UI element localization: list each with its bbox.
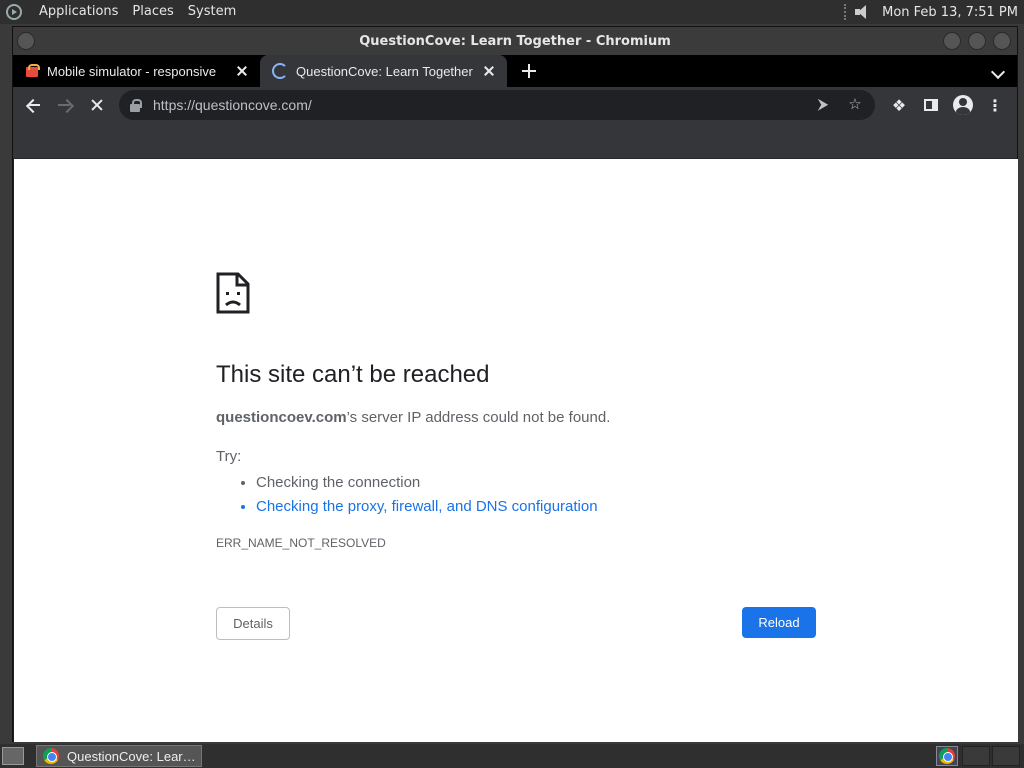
side-panel-icon[interactable] bbox=[915, 91, 947, 119]
chromium-icon bbox=[43, 748, 59, 764]
window-controls bbox=[943, 32, 1011, 50]
window-titlebar[interactable]: QuestionCove: Learn Together - Chromium bbox=[13, 27, 1017, 55]
lock-icon[interactable] bbox=[129, 98, 142, 112]
tab-mobile-simulator[interactable]: Mobile simulator - responsive bbox=[13, 55, 260, 87]
suggestion-list: Checking the connection Checking the pro… bbox=[256, 471, 598, 519]
browser-window: QuestionCove: Learn Together - Chromium … bbox=[12, 26, 1018, 742]
system-menu[interactable]: System bbox=[181, 0, 243, 24]
tab-title: QuestionCove: Learn Together bbox=[296, 63, 473, 79]
panel-tray: Mon Feb 13, 7:51 PM bbox=[844, 0, 1024, 24]
workspace-1[interactable] bbox=[962, 746, 990, 766]
address-bar[interactable]: https://questioncove.com/ ⮞ ☆ bbox=[119, 90, 875, 120]
minimize-button[interactable] bbox=[943, 32, 961, 50]
error-code: ERR_NAME_NOT_RESOLVED bbox=[216, 536, 386, 550]
tab-questioncove[interactable]: QuestionCove: Learn Together bbox=[260, 55, 507, 87]
tray-chromium-button[interactable] bbox=[936, 746, 958, 766]
panel-menu: Applications Places System bbox=[26, 0, 249, 24]
volume-icon[interactable] bbox=[854, 4, 872, 20]
bottom-panel: QuestionCove: Lear… bbox=[0, 744, 1024, 768]
workspace-2[interactable] bbox=[992, 746, 1020, 766]
try-label: Try: bbox=[216, 448, 242, 465]
top-panel: Applications Places System Mon Feb 13, 7… bbox=[0, 0, 1024, 24]
browser-toolbar: https://questioncove.com/ ⮞ ☆ ❖ ⋮ bbox=[13, 87, 1017, 123]
error-title: This site can’t be reached bbox=[216, 361, 490, 388]
back-icon[interactable] bbox=[19, 91, 47, 119]
window-title: QuestionCove: Learn Together - Chromium bbox=[359, 33, 671, 49]
reload-button[interactable]: Reload bbox=[742, 607, 816, 638]
suggestion-check-connection: Checking the connection bbox=[256, 471, 598, 495]
menu-kebab-icon[interactable]: ⋮ bbox=[979, 91, 1011, 119]
mobile-simulator-favicon-icon bbox=[25, 64, 40, 78]
tab-close-icon[interactable] bbox=[234, 63, 250, 79]
share-icon[interactable]: ⮞ bbox=[813, 95, 833, 115]
profile-avatar-icon[interactable] bbox=[947, 91, 979, 119]
sad-page-icon bbox=[216, 272, 250, 314]
forward-icon[interactable] bbox=[51, 91, 79, 119]
desktop: Applications Places System Mon Feb 13, 7… bbox=[0, 0, 1024, 768]
suggestion-proxy-link[interactable]: Checking the proxy, firewall, and DNS co… bbox=[256, 495, 598, 519]
bookmark-star-icon[interactable]: ☆ bbox=[845, 95, 865, 115]
clock[interactable]: Mon Feb 13, 7:51 PM bbox=[882, 5, 1024, 20]
chromium-icon bbox=[939, 748, 955, 764]
tab-close-icon[interactable] bbox=[481, 63, 497, 79]
taskbar-item-chromium[interactable]: QuestionCove: Lear… bbox=[36, 745, 202, 767]
applications-menu[interactable]: Applications bbox=[32, 0, 125, 24]
maximize-button[interactable] bbox=[968, 32, 986, 50]
error-description: questioncoev.com’s server IP address cou… bbox=[216, 409, 610, 426]
loading-spinner-icon bbox=[272, 63, 288, 79]
tab-strip: Mobile simulator - responsive QuestionCo… bbox=[13, 55, 1017, 87]
url-text[interactable]: https://questioncove.com/ bbox=[153, 97, 801, 113]
error-host: questioncoev.com bbox=[216, 409, 347, 426]
gnome-logo-icon[interactable] bbox=[6, 4, 22, 20]
new-tab-icon[interactable] bbox=[513, 55, 545, 87]
error-page: This site can’t be reached questioncoev.… bbox=[14, 159, 1018, 742]
panel-grip bbox=[844, 4, 847, 20]
tab-search-chevron-icon[interactable] bbox=[990, 64, 1006, 80]
tab-title: Mobile simulator - responsive bbox=[47, 63, 217, 79]
close-window-button[interactable] bbox=[993, 32, 1011, 50]
bookmarks-bar bbox=[13, 123, 1017, 159]
taskbar-item-label: QuestionCove: Lear… bbox=[67, 748, 195, 764]
details-button[interactable]: Details bbox=[216, 607, 290, 640]
error-description-suffix: ’s server IP address could not be found. bbox=[346, 409, 611, 426]
window-menu-button[interactable] bbox=[17, 32, 35, 50]
extensions-puzzle-icon[interactable]: ❖ bbox=[883, 91, 915, 119]
show-desktop-icon[interactable] bbox=[2, 747, 24, 765]
stop-loading-icon[interactable] bbox=[83, 91, 111, 119]
places-menu[interactable]: Places bbox=[125, 0, 180, 24]
